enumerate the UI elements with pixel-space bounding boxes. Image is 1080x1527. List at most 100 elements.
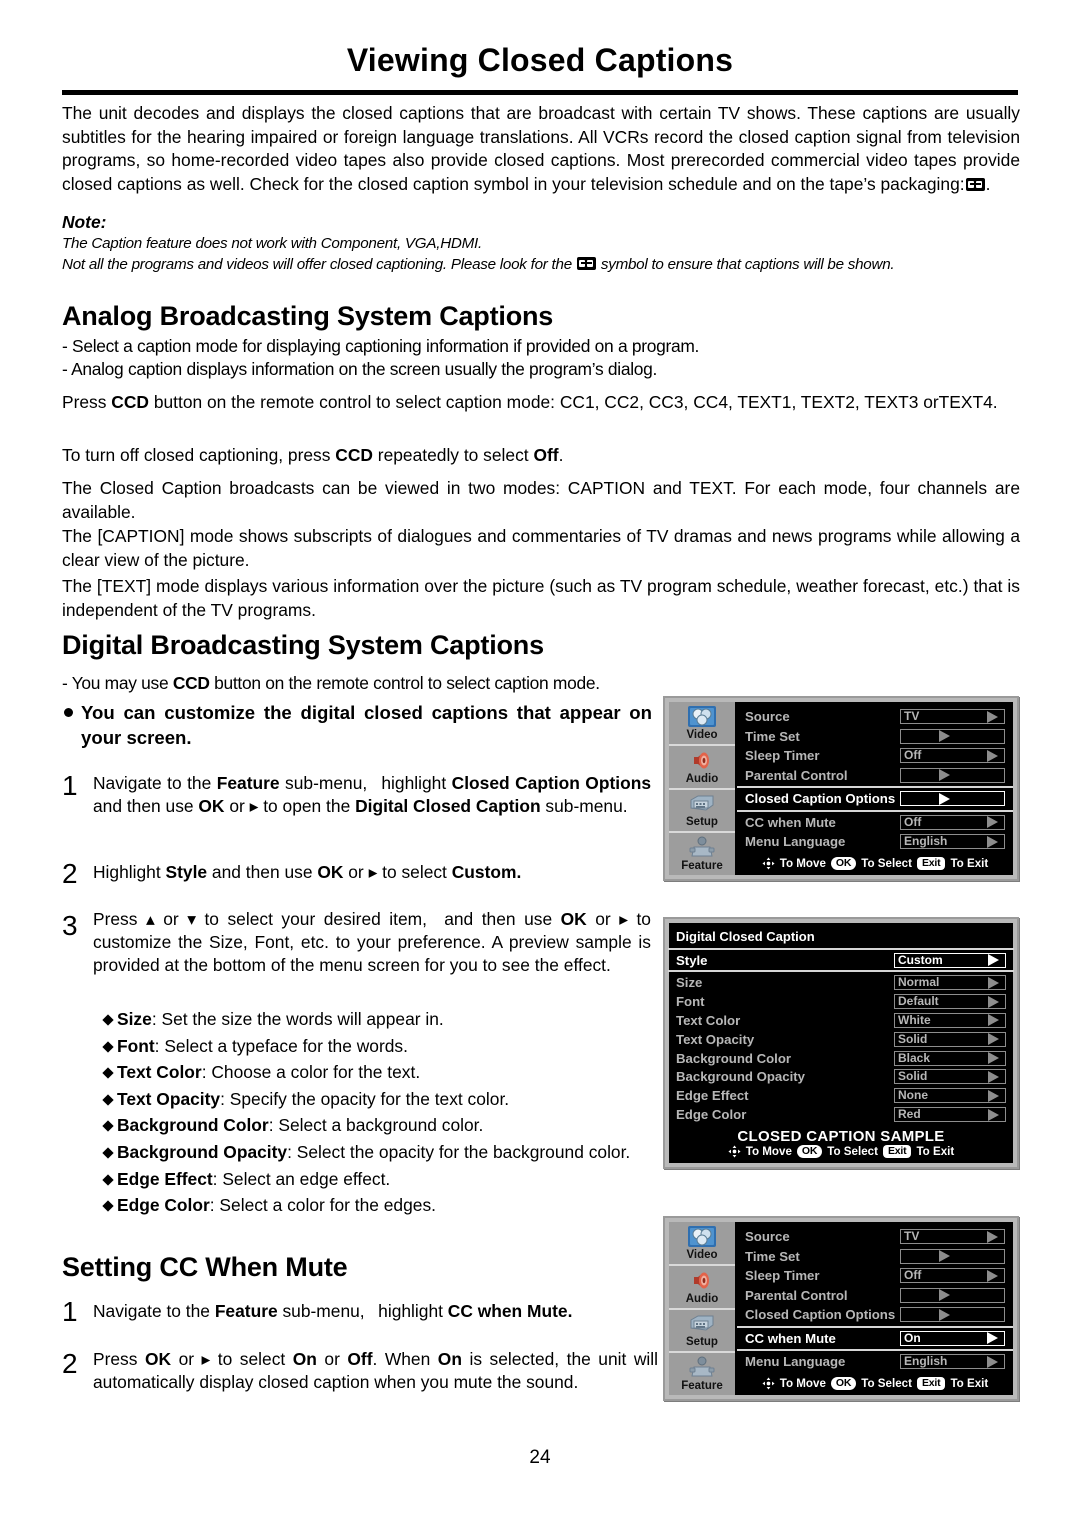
osd-sidebar-item-label: Audio [685,1292,719,1305]
osd-row-value-box[interactable]: Normal [894,975,1006,991]
keyword: Closed Caption Options [451,773,652,793]
chevron-right-icon [988,1089,999,1102]
chevron-right-icon [939,730,950,743]
ok-button-glyph[interactable]: OK [830,1377,857,1390]
osd-row-parental-control[interactable]: Parental Control [745,1286,1005,1306]
osd-row-value-box[interactable]: English [900,834,1005,850]
chevron-right-icon [939,1250,950,1263]
hint-select-label: To Select [861,857,912,870]
osd-sidebar-item-video[interactable]: Video [669,1222,735,1266]
osd-row-edge-color[interactable]: Edge Color Red [676,1105,1006,1124]
diamond-bullet-icon [102,1120,114,1133]
osd-row-value-box[interactable]: Black [894,1050,1006,1066]
keyword: On [437,1349,462,1369]
chevron-right-icon [987,749,998,762]
osd-row-value-box[interactable]: Off [900,1268,1005,1284]
osd-row-value: Red [898,1107,921,1122]
osd-row-value-box[interactable] [900,767,1005,783]
text-run: or [586,909,620,929]
osd-row-value-box[interactable]: English [900,1354,1005,1370]
manual-page: Viewing Closed Captions The unit decodes… [0,0,1080,1527]
osd-row-edge-effect[interactable]: Edge Effect None [676,1086,1006,1105]
chevron-right-icon [988,1052,999,1065]
osd-sidebar-item-audio[interactable]: Audio [669,1266,735,1310]
osd-row-font[interactable]: Font Default [676,992,1006,1011]
osd-row-parental-control[interactable]: Parental Control [745,766,1005,786]
option-description: : Choose a color for the text. [201,1062,421,1083]
osd-row-value-box[interactable]: None [894,1088,1006,1104]
osd-sidebar-item-feature[interactable]: Feature [669,833,735,875]
text-run: - You may use [62,673,173,693]
osd-row-source[interactable]: Source TV [745,707,1005,727]
osd-row-value: Normal [898,975,940,990]
osd-row-cc-when-mute[interactable]: CC when Mute On [745,1328,1005,1348]
osd-row-size[interactable]: Size Normal [676,973,1006,992]
osd-row-background-opacity[interactable]: Background Opacity Solid [676,1068,1006,1087]
osd-row-value-box[interactable]: Off [900,748,1005,764]
chevron-right-icon [988,954,999,966]
osd-row-label: Edge Color [676,1107,747,1123]
keyword: OK [317,862,344,882]
osd-row-time-set[interactable]: Time Set [745,1247,1005,1267]
osd-row-source[interactable]: Source TV [745,1227,1005,1247]
keyword-ccd: CCD [172,673,210,693]
osd-row-menu-language[interactable]: Menu Language English [745,832,1005,852]
setup-icon [687,792,717,815]
chevron-right-icon [987,1332,998,1345]
chevron-right-icon [988,995,999,1008]
osd-screenshot-digital-closed-caption: Digital Closed Caption Style Custom Size Nor… [663,917,1019,1169]
text-run: ▾ [187,909,196,929]
osd-row-text-opacity[interactable]: Text Opacity Solid [676,1030,1006,1049]
chevron-right-icon [987,835,998,848]
osd-row-sleep-timer[interactable]: Sleep Timer Off [745,746,1005,766]
osd-row-value-box[interactable]: On [900,1330,1005,1346]
osd-row-value-box[interactable]: White [894,1012,1006,1028]
osd-row-closed-caption-options[interactable]: Closed Caption Options [745,1305,1005,1325]
exit-button-glyph[interactable]: Exit [916,857,946,870]
osd-row-value-box[interactable] [900,1248,1005,1264]
note-line-2-before: Not all the programs and videos will off… [62,256,572,273]
keyword: CC when Mute. [447,1301,573,1321]
osd-row-value-box[interactable] [900,728,1005,744]
speaker-icon [687,1269,717,1292]
osd-row-value-box[interactable]: Default [894,994,1006,1010]
osd-sidebar-item-audio[interactable]: Audio [669,746,735,790]
osd-row-value-box[interactable]: TV [900,1229,1005,1245]
osd-main-panel: Digital Closed Caption Style Custom Size Nor… [668,923,1014,1163]
osd-sidebar-item-video[interactable]: Video [669,702,735,746]
osd-row-background-color[interactable]: Background Color Black [676,1049,1006,1068]
osd-sidebar-item-setup[interactable]: Setup [669,790,735,834]
osd-sidebar-item-setup[interactable]: Setup [669,1310,735,1354]
chevron-right-icon [939,769,950,782]
osd-row-value-box[interactable]: TV [900,709,1005,725]
osd-row-label: Menu Language [745,1354,846,1370]
osd-row-style[interactable]: Style Custom [676,950,1006,970]
text-run: or [171,1349,202,1369]
osd-row-value-box[interactable] [900,1307,1005,1323]
osd-row-value-box[interactable]: Custom [894,952,1006,968]
analog-paragraph-1: Press CCD button on the remote control t… [62,391,1020,415]
text-run: button on the remote control to select c… [148,392,998,412]
osd-row-menu-language[interactable]: Menu Language English [745,1352,1005,1372]
diamond-bullet-icon [102,1014,114,1026]
osd-menu-title: Digital Closed Caption [676,929,815,945]
osd-row-sleep-timer[interactable]: Sleep Timer Off [745,1266,1005,1286]
ok-button-glyph[interactable]: OK [796,1145,823,1159]
osd-row-value-box[interactable] [900,791,1005,807]
osd-row-text-color[interactable]: Text Color White [676,1011,1006,1030]
exit-button-glyph[interactable]: Exit [882,1145,912,1159]
osd-sidebar-item-label: Setup [686,1336,718,1349]
osd-row-cc-when-mute[interactable]: CC when Mute Off [745,813,1005,833]
osd-row-closed-caption-options[interactable]: Closed Caption Options [745,789,1005,809]
ok-button-glyph[interactable]: OK [830,857,857,870]
exit-button-glyph[interactable]: Exit [916,1377,946,1390]
osd-row-value-box[interactable]: Solid [894,1069,1006,1085]
osd-row-time-set[interactable]: Time Set [745,727,1005,747]
option-description: : Select a color for the edges. [209,1195,436,1216]
osd-row-value-box[interactable]: Red [894,1107,1006,1123]
osd-sidebar-item-feature[interactable]: Feature [669,1353,735,1395]
keyword-ccd: CCD [111,392,149,412]
osd-row-value-box[interactable] [900,1287,1005,1303]
osd-row-value-box[interactable]: Solid [894,1031,1006,1047]
osd-row-value-box[interactable]: Off [900,814,1005,830]
